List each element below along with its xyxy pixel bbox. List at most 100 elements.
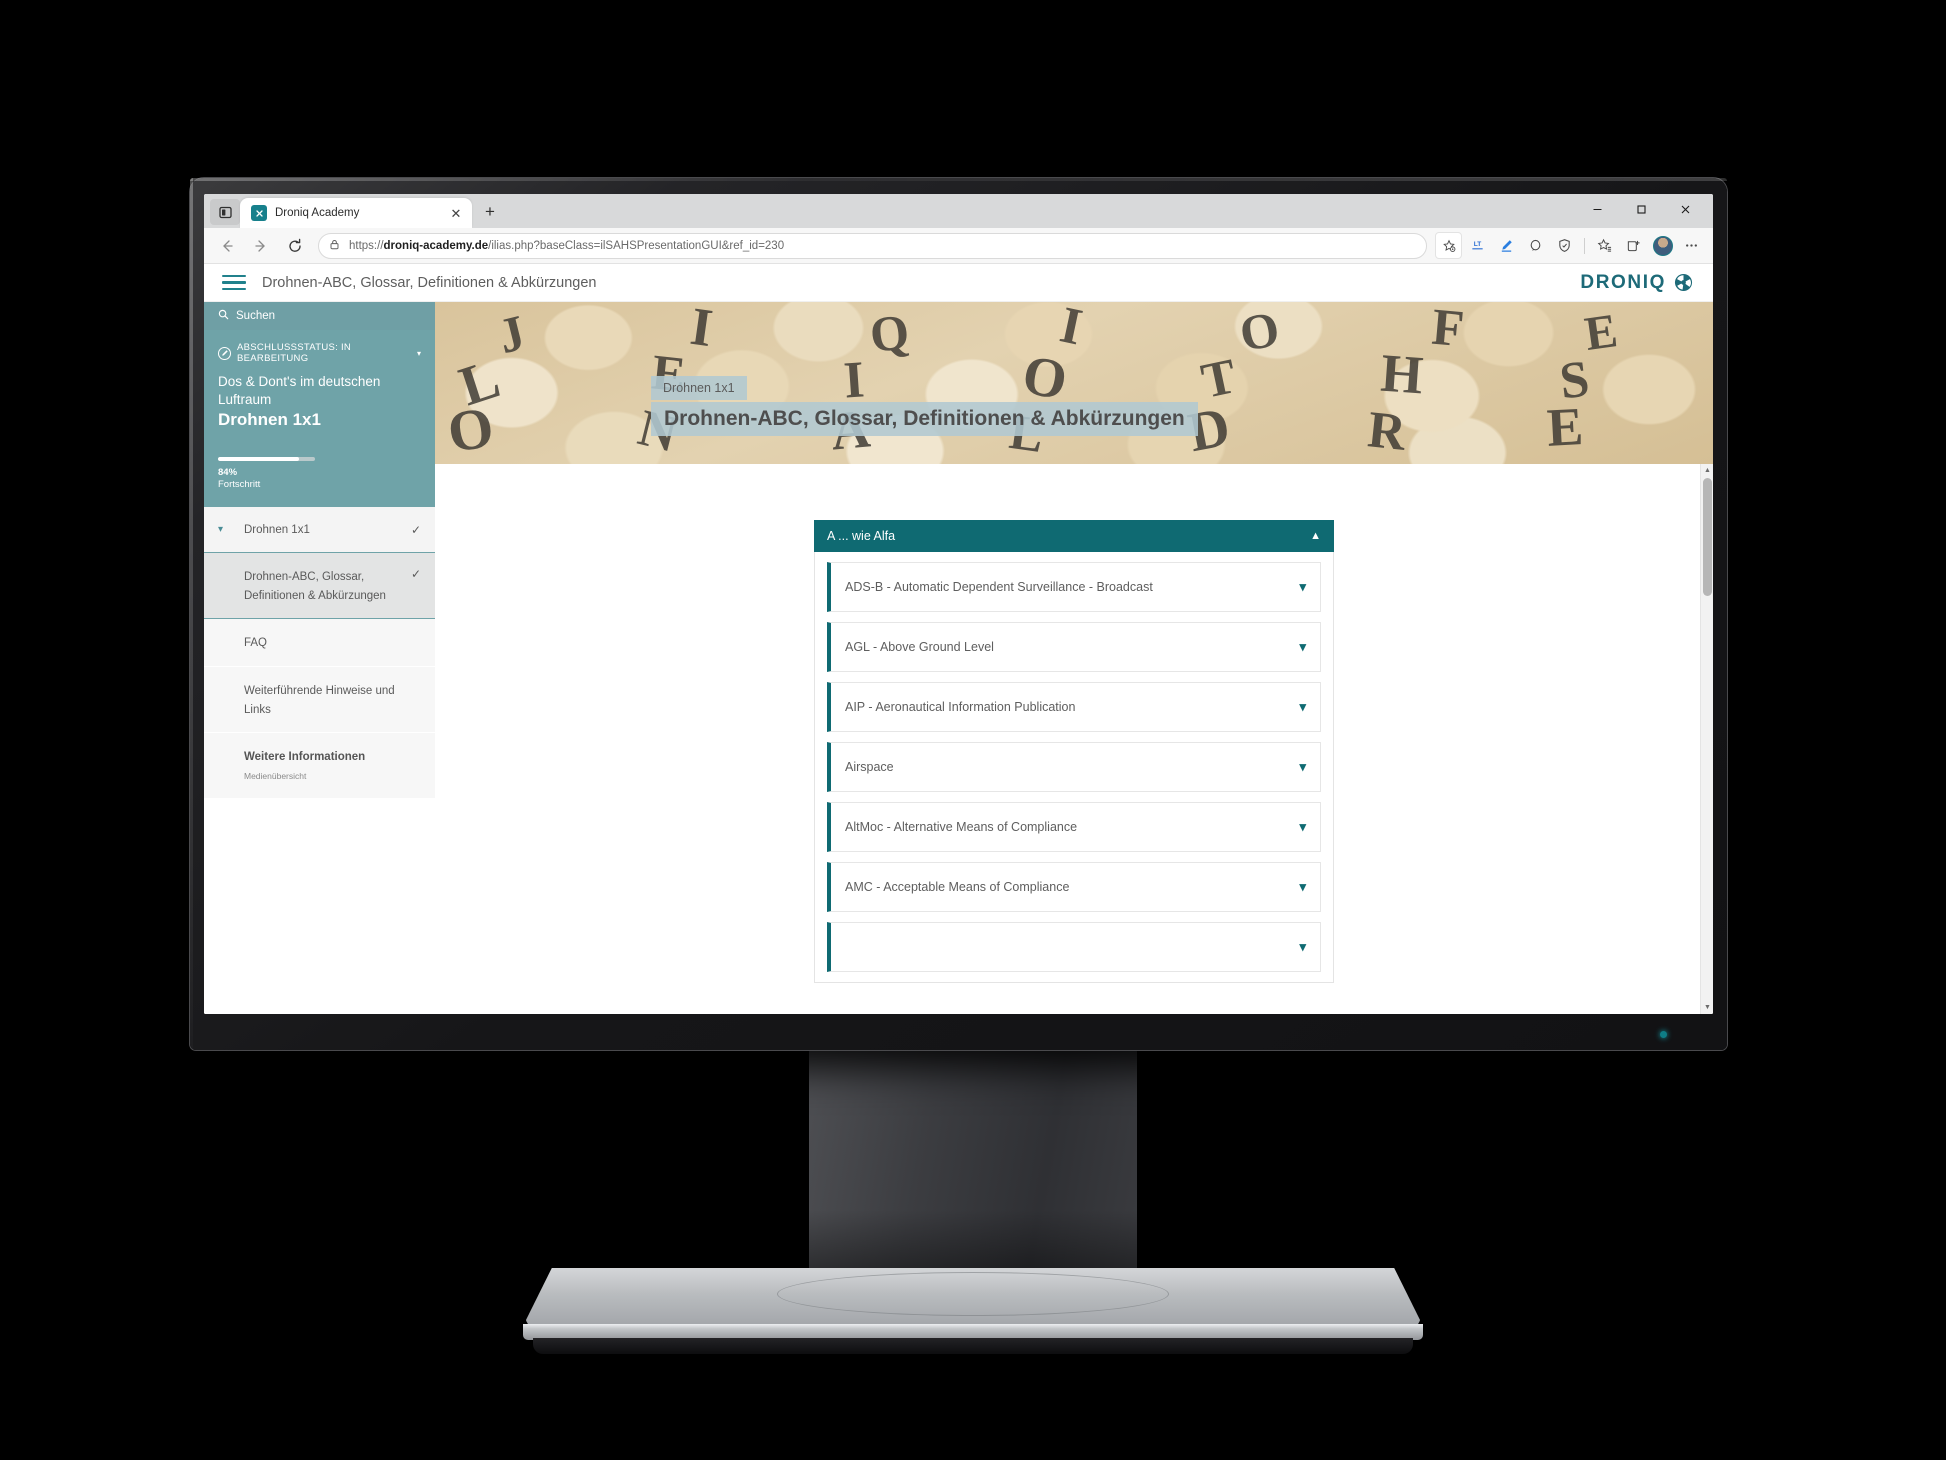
droniq-logo-mark-icon [1674,273,1693,292]
accordion-group-header[interactable]: A ... wie Alfa ▲ [814,520,1334,552]
completion-status-text: ABSCHLUSSSTATUS: IN BEARBEITUNG [237,342,352,364]
sidebar-item-faq[interactable]: FAQ [204,619,435,668]
chevron-down-icon[interactable]: ▾ [1299,879,1306,895]
chevron-down-icon[interactable]: ▾ [218,523,244,537]
scrollbar-up-arrow-icon[interactable]: ▲ [1701,464,1713,477]
sidebar-search-button[interactable]: Suchen [204,302,435,330]
completion-status-row[interactable]: ABSCHLUSSSTATUS: IN BEARBEITUNG ▾ [218,342,421,364]
close-window-button[interactable] [1663,194,1707,225]
brand-name: DRONIQ [1580,271,1666,293]
accordion-item[interactable]: ADS-B - Automatic Dependent Surveillance… [827,562,1321,612]
browser-essentials-icon[interactable] [1620,232,1647,259]
accordion-item[interactable]: AGL - Above Ground Level ▾ [827,622,1321,672]
lock-icon [329,237,340,255]
scrollbar-down-arrow-icon[interactable]: ▼ [1701,1001,1713,1014]
scrollbar-thumb[interactable] [1703,478,1712,596]
accordion-group-body: ADS-B - Automatic Dependent Surveillance… [814,552,1334,983]
collections-icon[interactable] [1591,232,1618,259]
chevron-down-icon[interactable]: ▾ [1299,639,1306,655]
monitor-screen: Droniq Academy ✕ + https://droniq-academ… [204,194,1713,1014]
droniq-favicon-icon [251,205,267,221]
accordion-item-label: Airspace [845,760,894,774]
browser-toolbar-icons: LT [1435,232,1705,259]
favorite-add-icon[interactable] [1435,232,1462,259]
hero-headline: Drohnen-ABC, Glossar, Definitionen & Abk… [651,402,1198,436]
maximize-button[interactable] [1619,194,1663,225]
sidebar-item-weiterfuehrende-hinweise[interactable]: Weiterführende Hinweise und Links [204,667,435,734]
progress-bar-fill [218,457,300,462]
main-content: J I Q I O F E L E I O T H S O D R E Droh… [435,302,1713,1014]
accordion-item[interactable]: Airspace ▾ [827,742,1321,792]
hamburger-menu-icon[interactable] [222,274,246,291]
accordion-item[interactable]: AMC - Acceptable Means of Compliance ▾ [827,862,1321,912]
course-info-panel: ABSCHLUSSSTATUS: IN BEARBEITUNG ▾ Dos & … [204,330,435,508]
power-led-indicator [1660,1031,1667,1038]
sidebar-item-label: FAQ [244,637,268,650]
svg-text:LT: LT [1474,241,1482,248]
back-arrow-icon[interactable] [212,231,242,261]
page-title: Drohnen-ABC, Glossar, Definitionen & Abk… [262,274,597,291]
sidebar-item-label: Weitere Informationen [244,751,366,764]
chevron-down-icon[interactable]: ▾ [1299,699,1306,715]
reload-icon[interactable] [280,231,310,261]
tab-actions-icon[interactable] [210,199,240,225]
accordion-item[interactable]: ▾ [827,922,1321,972]
shield-icon[interactable] [1551,232,1578,259]
sidebar-item-label: Drohnen 1x1 [244,524,310,537]
browser-tab[interactable]: Droniq Academy ✕ [240,198,472,228]
site-header: Drohnen-ABC, Glossar, Definitionen & Abk… [204,264,1713,302]
course-navigation-list: ▾ Drohnen 1x1 ✓ Drohnen-ABC, Glossar, De… [204,507,435,1014]
progress-label: Fortschritt [218,479,261,491]
address-bar[interactable]: https://droniq-academy.de/ilias.php?base… [318,232,1427,259]
hero-kicker: Drohnen 1x1 [651,376,747,400]
hero-banner-image: J I Q I O F E L E I O T H S O D R E Droh… [435,302,1713,464]
progress-section: 84% Fortschritt [218,457,421,491]
more-options-icon[interactable] [1678,232,1705,259]
accordion-item-label: AGL - Above Ground Level [845,640,994,654]
read-aloud-icon[interactable] [1522,232,1549,259]
sidebar-item-weitere-informationen[interactable]: Weitere Informationen Medienübersicht [204,733,435,800]
completed-check-icon: ✓ [410,567,421,582]
content-scroll-area: A ... wie Alfa ▲ ADS-B - Automatic Depen… [435,464,1713,1014]
chevron-down-icon[interactable]: ▾ [1299,579,1306,595]
chevron-down-icon[interactable]: ▾ [1299,759,1306,775]
sidebar-item-label: Weiterführende Hinweise und Links [244,685,395,716]
web-page: Drohnen-ABC, Glossar, Definitionen & Abk… [204,264,1713,1014]
profile-avatar[interactable] [1649,232,1676,259]
chevron-up-icon[interactable]: ▲ [1310,530,1321,542]
accordion-item-label: ADS-B - Automatic Dependent Surveillance… [845,580,1153,594]
accordion-item[interactable]: AltMoc - Alternative Means of Compliance… [827,802,1321,852]
accordion-item-label: AMC - Acceptable Means of Compliance [845,880,1070,894]
accordion-group-title: A ... wie Alfa [827,529,896,543]
browser-window: Droniq Academy ✕ + https://droniq-academ… [204,194,1713,1014]
minimize-button[interactable] [1575,194,1619,225]
course-subtitle: Dos & Dont's im deutschen Luftraum [218,374,381,407]
sidebar-search-label: Suchen [236,310,276,322]
accordion-item-label: AltMoc - Alternative Means of Compliance [845,820,1078,834]
new-tab-button[interactable]: + [476,198,504,226]
page-scrollbar[interactable]: ▲ ▼ [1700,464,1713,1014]
completed-check-icon: ✓ [410,522,421,537]
page-body: Suchen ABSCHLUSSSTATUS: IN BEARBEITUNG ▾ [204,302,1713,1014]
lastpass-icon[interactable]: LT [1464,232,1491,259]
chevron-down-icon[interactable]: ▾ [417,349,421,358]
droniq-logo[interactable]: DRONIQ [1580,272,1707,294]
monitor-scene: Droniq Academy ✕ + https://droniq-academ… [0,0,1946,1460]
address-bar-url: https://droniq-academy.de/ilias.php?base… [349,239,785,252]
course-sidebar: Suchen ABSCHLUSSSTATUS: IN BEARBEITUNG ▾ [204,302,435,1014]
toolbar-separator [1584,237,1585,254]
tab-close-icon[interactable]: ✕ [448,205,464,221]
chevron-down-icon[interactable]: ▾ [1299,939,1306,955]
sidebar-item-drohnen-1x1[interactable]: ▾ Drohnen 1x1 ✓ [204,507,435,554]
highlighter-icon[interactable] [1493,232,1520,259]
chevron-down-icon[interactable]: ▾ [1299,819,1306,835]
search-icon [218,307,229,325]
accordion-item[interactable]: AIP - Aeronautical Information Publicati… [827,682,1321,732]
forward-arrow-icon[interactable] [246,231,276,261]
monitor-bezel: Droniq Academy ✕ + https://droniq-academ… [190,178,1727,1050]
sidebar-item-sublabel: Medienübersicht [244,771,307,782]
bezel-highlight [190,178,1727,181]
monitor-stand-feet [533,1338,1413,1354]
progress-bar-track [218,457,315,462]
sidebar-item-drohnen-abc[interactable]: Drohnen-ABC, Glossar, Definitionen & Abk… [204,553,435,620]
